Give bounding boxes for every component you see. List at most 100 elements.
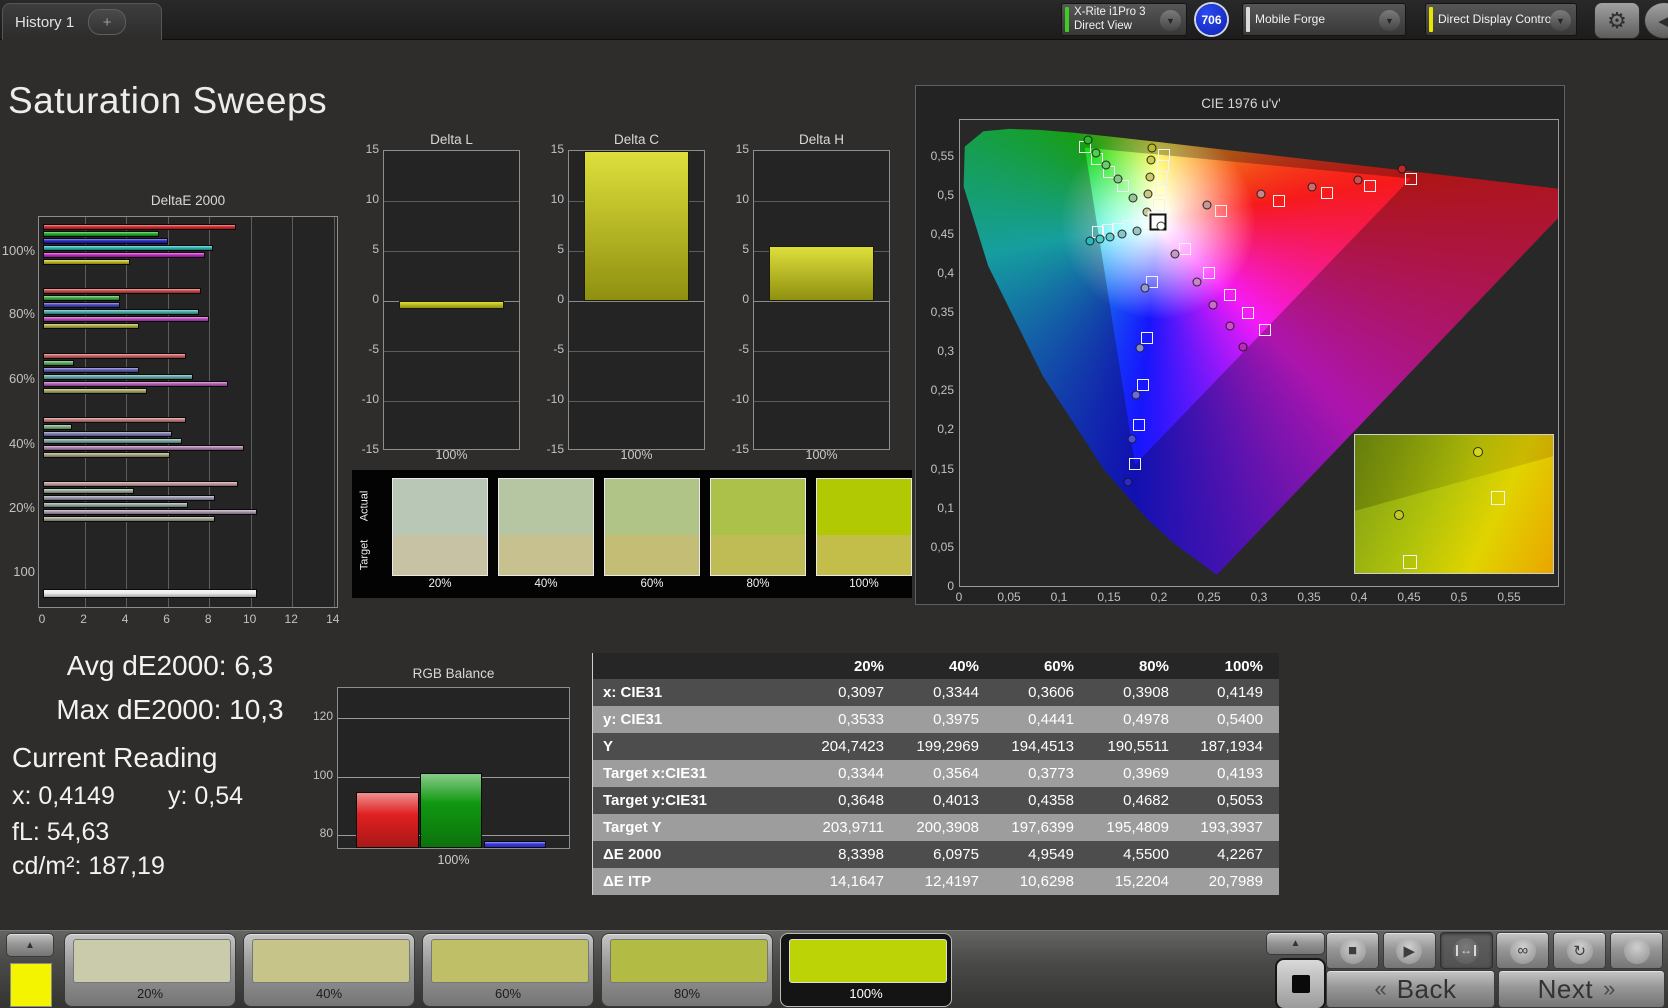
cie-measured-marker-red bbox=[1308, 183, 1317, 192]
rgb-x-label: 100% bbox=[337, 853, 570, 867]
cell-value: 20,7989 bbox=[1185, 873, 1279, 890]
cie-measured-marker-green bbox=[1092, 148, 1101, 157]
cie-measured-marker-cyan bbox=[1086, 237, 1095, 246]
deltae-chart bbox=[38, 216, 338, 608]
tab-history-1[interactable]: History 1 bbox=[3, 14, 86, 31]
cell-value: 199,2969 bbox=[900, 738, 995, 755]
y-tick: 0 bbox=[349, 292, 379, 306]
pattern-nav-up-left-button[interactable]: ▲ bbox=[6, 933, 54, 957]
stop-measure-button[interactable] bbox=[1275, 958, 1326, 1008]
cell-value: 193,3937 bbox=[1185, 819, 1279, 836]
cell-value: 0,4013 bbox=[900, 792, 995, 809]
pattern-button-80%[interactable]: 80% bbox=[601, 933, 773, 1007]
pattern-button-60%[interactable]: 60% bbox=[422, 933, 594, 1007]
back-button[interactable]: « Back bbox=[1326, 970, 1495, 1008]
control-dropdown[interactable]: Direct Display Control ▼ bbox=[1425, 3, 1577, 36]
deltae-bar-blue-40% bbox=[43, 431, 172, 437]
deltae-group-label: 100% bbox=[0, 243, 35, 258]
deltae-bar-green-80% bbox=[43, 295, 120, 301]
deltae-bar-red-80% bbox=[43, 288, 201, 294]
cie-y-tick: 0,25 bbox=[916, 383, 954, 397]
cie-measured-marker-white bbox=[1157, 222, 1166, 231]
cie-x-tick: 0,45 bbox=[1397, 590, 1420, 604]
y-tick: -10 bbox=[349, 392, 379, 406]
source-dropdown[interactable]: Mobile Forge ▼ bbox=[1242, 3, 1406, 36]
settings-button[interactable]: ⚙ bbox=[1594, 2, 1640, 39]
cie-measured-marker-yellow bbox=[1148, 144, 1157, 153]
cell-value: 0,3344 bbox=[805, 765, 900, 782]
continuous-button[interactable]: ∞ bbox=[1496, 932, 1549, 969]
add-tab-button[interactable]: + bbox=[88, 9, 126, 35]
pattern-nav-up-right-button[interactable]: ▲ bbox=[1266, 932, 1325, 955]
meter-name: X-Rite i1Pro 3 bbox=[1074, 6, 1146, 20]
cie-y-tick: 0,35 bbox=[916, 305, 954, 319]
current-pattern-patch[interactable] bbox=[10, 963, 52, 1007]
cie-x-tick: 0 bbox=[956, 590, 963, 604]
cell-value: 0,4441 bbox=[995, 711, 1090, 728]
collapse-panel-button[interactable]: ◀ bbox=[1644, 2, 1668, 39]
gridline bbox=[168, 217, 169, 607]
table-row: Target Y203,9711200,3908197,6399195,4809… bbox=[593, 814, 1279, 841]
cie-y-tick: 0,3 bbox=[916, 344, 954, 358]
cie-target-marker-magenta bbox=[1224, 289, 1236, 301]
meter-count-badge[interactable]: 706 bbox=[1196, 4, 1227, 35]
deltae-bar-cyan-80% bbox=[43, 309, 199, 315]
deltae-group-label: 100 bbox=[0, 564, 35, 579]
gridline bbox=[338, 718, 569, 719]
cie-x-tick: 0,05 bbox=[997, 590, 1020, 604]
deltae-bar-white-100 bbox=[43, 589, 257, 598]
cie-y-tick: 0,05 bbox=[916, 540, 954, 554]
cie-measured-marker-blue bbox=[1132, 391, 1141, 400]
cie-target-marker-blue bbox=[1141, 332, 1153, 344]
stop-button[interactable]: ■ bbox=[1326, 932, 1379, 969]
cie-measured-marker-green bbox=[1129, 194, 1138, 203]
rgb-balance-chart bbox=[337, 687, 570, 849]
play-button[interactable]: ▶ bbox=[1383, 932, 1436, 969]
single-step-button[interactable]: ↔ bbox=[1440, 932, 1493, 969]
pattern-swatch bbox=[73, 939, 231, 983]
cell-value: 15,2204 bbox=[1090, 873, 1185, 890]
deltae-group-40% bbox=[39, 417, 337, 461]
gridline bbox=[334, 217, 335, 607]
blank-button[interactable] bbox=[1610, 932, 1663, 969]
meter-dropdown[interactable]: X-Rite i1Pro 3Direct View ▼ bbox=[1061, 3, 1187, 36]
swatch-label: 80% bbox=[710, 578, 806, 590]
deltae-y-axis: 100%80%60%40%20%100 bbox=[0, 216, 35, 608]
chevron-down-icon: ▼ bbox=[1160, 10, 1181, 31]
cell-value: 200,3908 bbox=[900, 819, 995, 836]
gridline bbox=[85, 217, 86, 607]
next-button[interactable]: Next » bbox=[1498, 970, 1665, 1008]
deltae-bar-cyan-40% bbox=[43, 438, 182, 444]
deltae-x-tick: 14 bbox=[326, 612, 339, 626]
control-name: Direct Display Control bbox=[1438, 12, 1554, 26]
pattern-button-20%[interactable]: 20% bbox=[64, 933, 236, 1007]
cie-target-marker-yellow bbox=[1157, 160, 1169, 172]
swatch-cell-40% bbox=[498, 478, 594, 576]
y-tick: 10 bbox=[349, 192, 379, 206]
rgb-y-tick: 120 bbox=[301, 709, 333, 723]
cell-value: 0,3969 bbox=[1090, 765, 1185, 782]
deltae-bar-green-60% bbox=[43, 360, 74, 366]
swatch-label: 20% bbox=[392, 578, 488, 590]
mini-x-label: 100% bbox=[383, 448, 520, 462]
pattern-label: 60% bbox=[423, 986, 593, 1001]
pattern-button-40%[interactable]: 40% bbox=[243, 933, 415, 1007]
target-swatch bbox=[499, 535, 593, 575]
loop-button[interactable]: ↻ bbox=[1553, 932, 1606, 969]
y-tick: -15 bbox=[534, 442, 564, 456]
cie-y-tick: 0,45 bbox=[916, 227, 954, 241]
pattern-button-100%[interactable]: 100% bbox=[780, 933, 952, 1007]
cell-value: 0,4193 bbox=[1185, 765, 1279, 782]
table-row: y: CIE310,35330,39750,44410,49780,5400 bbox=[593, 706, 1279, 733]
deltae-bar-blue-60% bbox=[43, 367, 139, 373]
deltae-x-tick: 4 bbox=[122, 612, 129, 626]
continuous-icon: ∞ bbox=[1510, 938, 1536, 964]
cie-target-marker-yellow bbox=[1158, 149, 1170, 161]
rgb-balance-title: RGB Balance bbox=[337, 666, 570, 681]
deltae-bar-green-40% bbox=[43, 424, 72, 430]
deltae-group-60% bbox=[39, 353, 337, 397]
cie-measured-marker-yellow bbox=[1147, 155, 1156, 164]
cie-target-marker-yellow bbox=[1153, 199, 1165, 211]
deltae-bar-blue-20% bbox=[43, 495, 215, 501]
cie-measured-marker-magenta bbox=[1226, 321, 1235, 330]
